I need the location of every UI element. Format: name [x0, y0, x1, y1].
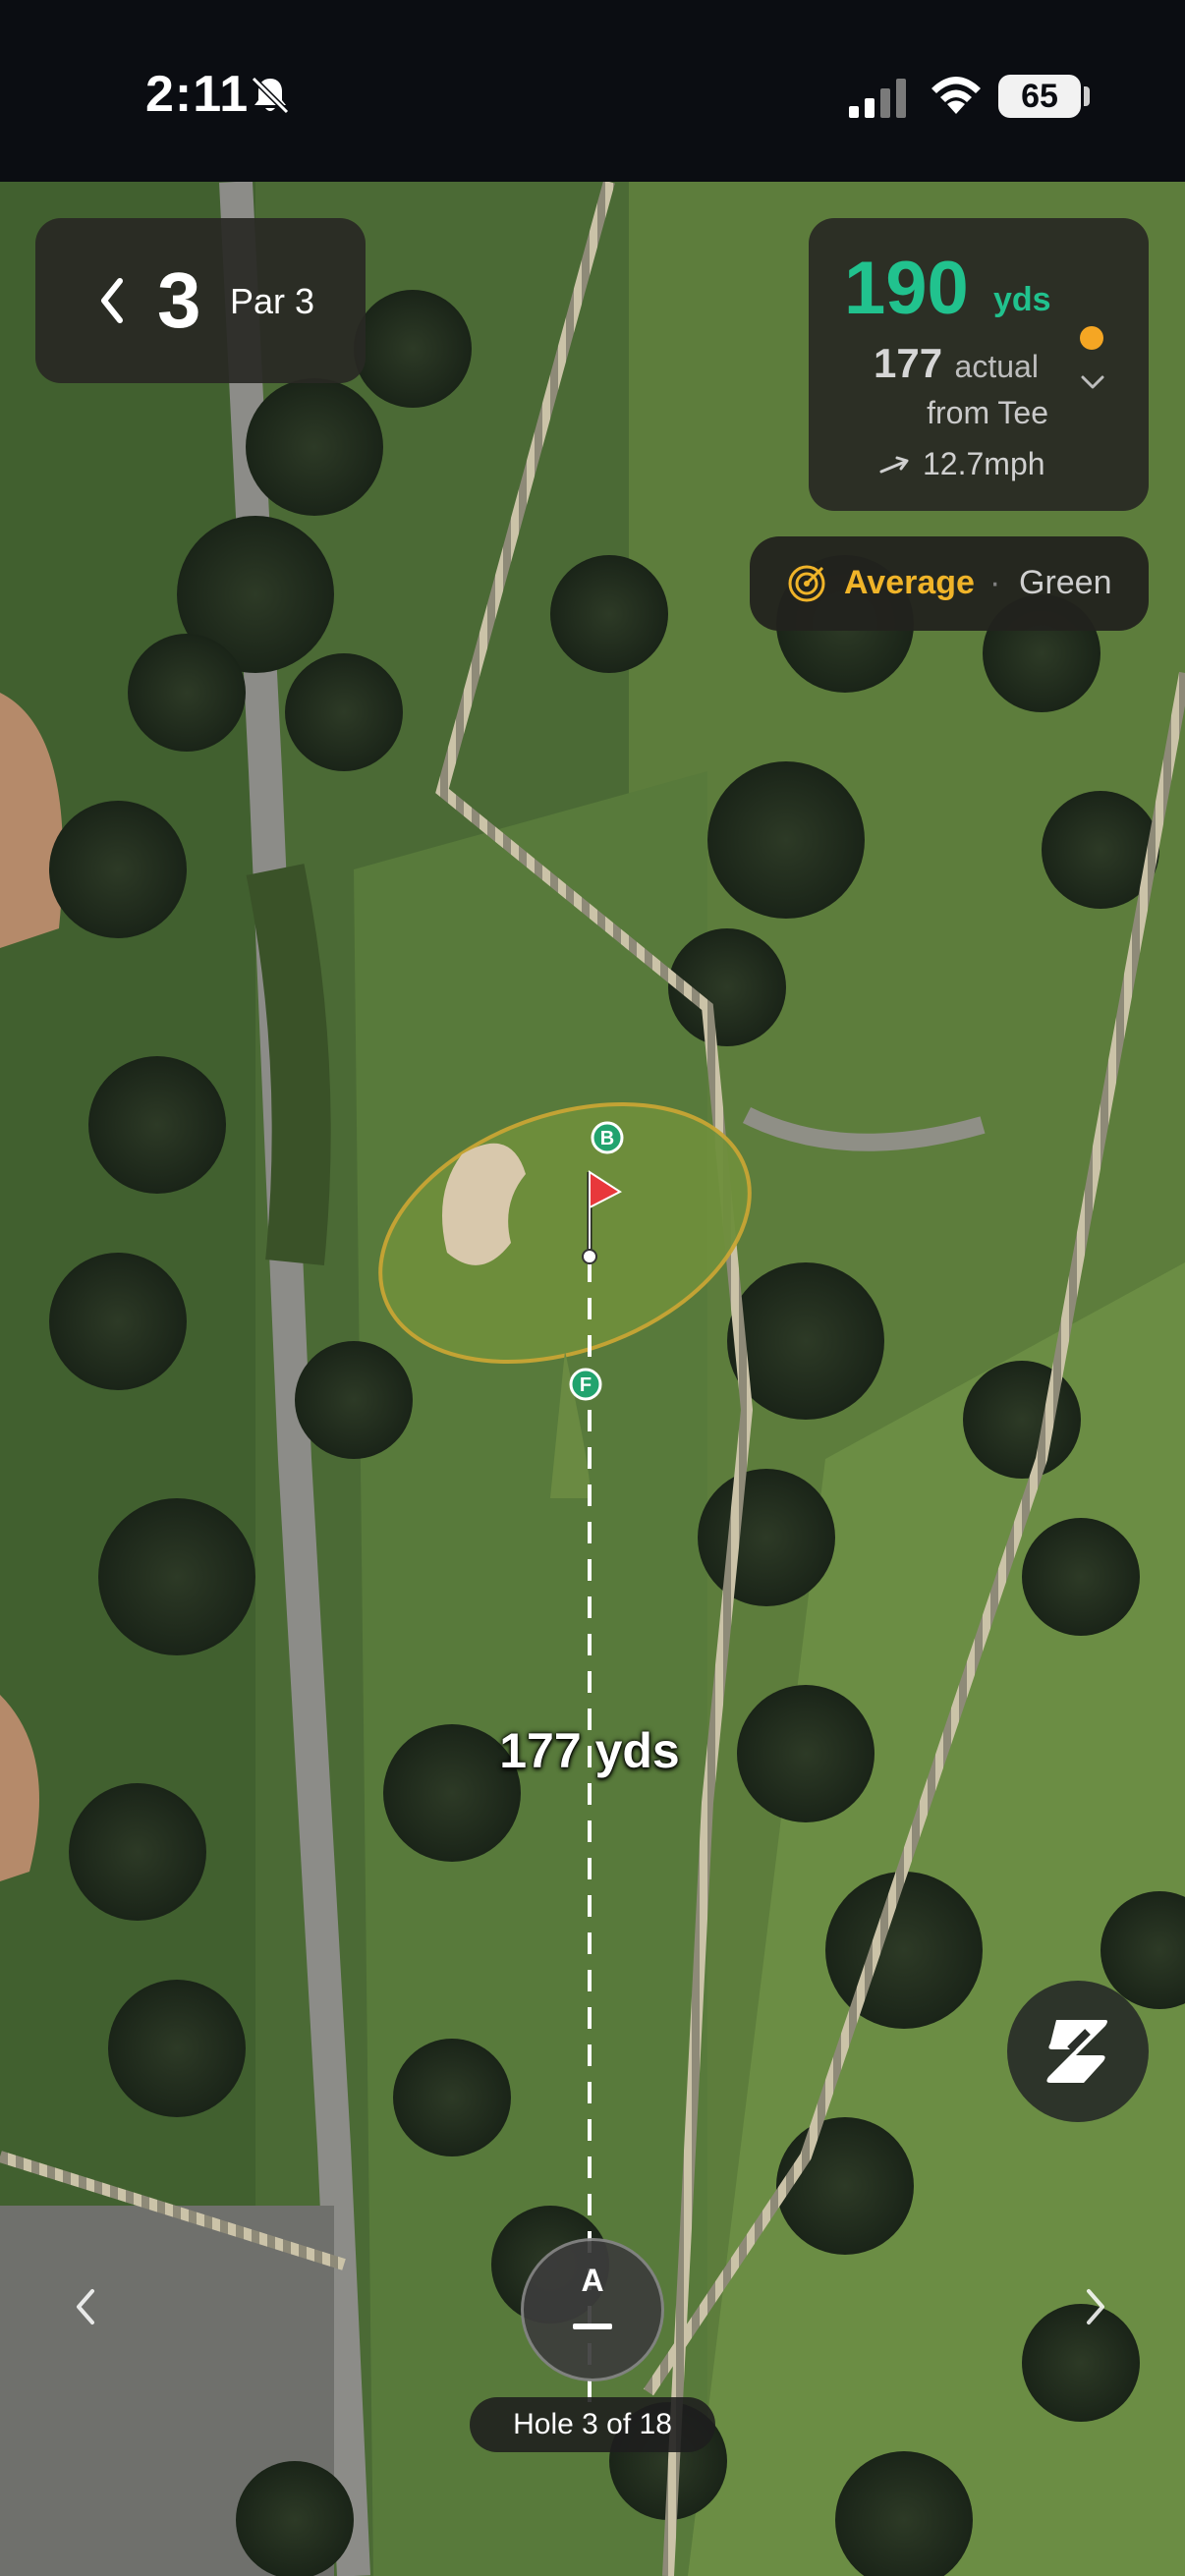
status-time: 2:11	[145, 66, 250, 123]
distance-unit: yds	[993, 281, 1051, 318]
club-selector-button[interactable]: A	[521, 2238, 664, 2381]
bell-slash-icon	[251, 76, 290, 115]
back-marker-label: B	[600, 1128, 614, 1149]
chevron-right-icon[interactable]	[1077, 2283, 1112, 2330]
green-front-marker: F	[569, 1368, 602, 1401]
hole-indicator: Hole 3 of 18	[470, 2397, 715, 2452]
battery-level: 65	[998, 75, 1081, 118]
par-label: Par 3	[230, 281, 315, 321]
club-letter: A	[581, 2263, 604, 2298]
green-back-marker: B	[591, 1121, 624, 1154]
cellular-signal-icon	[849, 79, 906, 118]
actual-distance-label: actual	[954, 349, 1039, 384]
wind-arrow-icon	[879, 456, 909, 474]
club-dash	[573, 2324, 612, 2329]
mode-green-option[interactable]: Green	[1019, 564, 1112, 602]
pin-flag-icon[interactable]	[575, 1164, 624, 1272]
front-marker-label: F	[580, 1374, 592, 1396]
target-icon	[788, 565, 825, 602]
distance-value: 190	[844, 247, 969, 330]
wifi-icon	[931, 77, 981, 114]
mode-separator: ·	[989, 564, 1001, 601]
target-mode-selector[interactable]: Average · Green	[750, 536, 1149, 631]
status-bar: 2:11 65	[0, 0, 1185, 182]
wind-speed: 12.7mph	[923, 446, 1045, 481]
hole-number: 3	[157, 256, 201, 344]
shot-distance-label: 177 yds	[499, 1723, 680, 1778]
mode-average-option[interactable]: Average	[844, 564, 975, 602]
distance-card[interactable]: 190 yds 177 actual from Tee 12.7mph	[809, 218, 1149, 511]
battery-tip	[1084, 86, 1090, 106]
chevron-left-icon[interactable]	[92, 273, 132, 328]
chevron-down-icon[interactable]	[1078, 371, 1107, 393]
status-dot	[1080, 326, 1103, 350]
slice-logo-icon	[1046, 2020, 1107, 2083]
chevron-left-icon[interactable]	[69, 2283, 104, 2330]
actual-distance-value: 177	[874, 340, 943, 386]
hole-info-card[interactable]: 3 Par 3	[35, 218, 366, 383]
from-tee-label: from Tee	[927, 395, 1048, 430]
app-logo-button[interactable]	[1007, 1981, 1149, 2122]
